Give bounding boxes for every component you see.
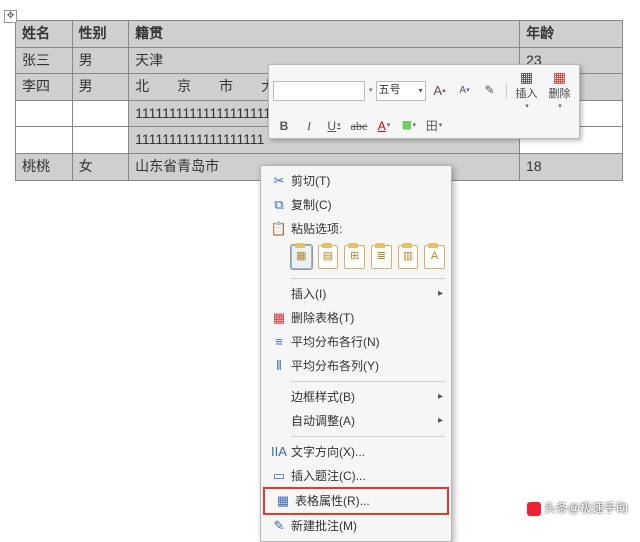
menu-table-properties[interactable]: ▦表格属性(R)... — [263, 487, 449, 515]
menu-new-comment[interactable]: ✎新建批注(M) — [261, 514, 451, 538]
delete-table-button[interactable]: ▦删除▾ — [545, 68, 575, 113]
toutiao-icon — [527, 502, 541, 516]
underline-button[interactable]: U▾ — [323, 116, 345, 136]
table-delete-icon: ▦ — [550, 69, 570, 87]
menu-cut[interactable]: ✂剪切(T) — [261, 169, 451, 193]
caption-icon: ▭ — [267, 467, 291, 485]
table-icon: ▦ — [517, 69, 537, 87]
paste-keep-source-icon[interactable]: ▦ — [291, 245, 312, 269]
submenu-arrow-icon: ▸ — [438, 287, 443, 301]
watermark: 头条@极速手助 — [527, 500, 628, 517]
menu-distribute-rows[interactable]: ≡平均分布各行(N) — [261, 330, 451, 354]
mini-toolbar: ▾ 五号▾ A▴ A▾ ✎ ▦插入▾ ▦删除▾ B I U▾ abc A▾ ⯀▾… — [268, 64, 580, 139]
paste-nest-table-icon[interactable]: ▤ — [318, 245, 339, 269]
distribute-rows-icon: ≡ — [267, 333, 291, 351]
table-header-row: 姓名 性别 籍贯 年龄 — [16, 21, 623, 48]
font-color-button[interactable]: A▾ — [373, 116, 395, 136]
italic-button[interactable]: I — [298, 116, 320, 136]
border-button[interactable]: 田▾ — [423, 116, 445, 136]
header-gender[interactable]: 性别 — [72, 21, 129, 48]
paste-overwrite-icon[interactable]: ▥ — [398, 245, 419, 269]
paste-merge-icon[interactable]: ⊞ — [344, 245, 365, 269]
table-properties-icon: ▦ — [271, 492, 295, 510]
text-direction-icon: IIA — [267, 443, 291, 461]
strikethrough-button[interactable]: abc — [348, 116, 370, 136]
shrink-font-button[interactable]: A▾ — [454, 81, 476, 101]
header-origin[interactable]: 籍贯 — [129, 21, 520, 48]
format-painter-button[interactable]: ✎ — [479, 81, 501, 101]
grow-font-button[interactable]: A▴ — [429, 81, 451, 101]
menu-insert-caption[interactable]: ▭插入题注(C)... — [261, 464, 451, 488]
scissors-icon: ✂ — [267, 172, 291, 190]
paste-icon: 📋 — [267, 220, 291, 238]
table-move-handle[interactable]: ✥ — [4, 10, 17, 23]
menu-delete-table[interactable]: ▦删除表格(T) — [261, 306, 451, 330]
paste-options-row: ▦ ▤ ⊞ ≣ ▥ A — [261, 241, 451, 275]
chevron-down-icon[interactable]: ▾ — [369, 86, 373, 96]
menu-text-direction[interactable]: IIA文字方向(X)... — [261, 440, 451, 464]
menu-paste-options-label: 📋粘贴选项: — [261, 217, 451, 241]
menu-insert[interactable]: 插入(I)▸ — [261, 282, 451, 306]
copy-icon: ⧉ — [267, 196, 291, 214]
header-name[interactable]: 姓名 — [16, 21, 73, 48]
header-age[interactable]: 年龄 — [520, 21, 623, 48]
menu-copy[interactable]: ⧉复制(C) — [261, 193, 451, 217]
insert-table-button[interactable]: ▦插入▾ — [512, 68, 542, 113]
distribute-cols-icon: ⦀ — [267, 357, 291, 375]
font-size-select[interactable]: 五号▾ — [376, 81, 426, 101]
paste-text-only-icon[interactable]: A — [424, 245, 445, 269]
menu-auto-fit[interactable]: 自动调整(A)▸ — [261, 409, 451, 433]
menu-border-style[interactable]: 边框样式(B)▸ — [261, 385, 451, 409]
context-menu: ✂剪切(T) ⧉复制(C) 📋粘贴选项: ▦ ▤ ⊞ ≣ ▥ A 插入(I)▸ … — [260, 165, 452, 542]
submenu-arrow-icon: ▸ — [438, 390, 443, 404]
submenu-arrow-icon: ▸ — [438, 414, 443, 428]
paste-insert-rows-icon[interactable]: ≣ — [371, 245, 392, 269]
bold-button[interactable]: B — [273, 116, 295, 136]
delete-table-icon: ▦ — [267, 309, 291, 327]
highlight-button[interactable]: ⯀▾ — [398, 116, 420, 136]
font-name-input[interactable] — [273, 81, 365, 101]
menu-distribute-cols[interactable]: ⦀平均分布各列(Y) — [261, 354, 451, 378]
comment-icon: ✎ — [267, 517, 291, 535]
